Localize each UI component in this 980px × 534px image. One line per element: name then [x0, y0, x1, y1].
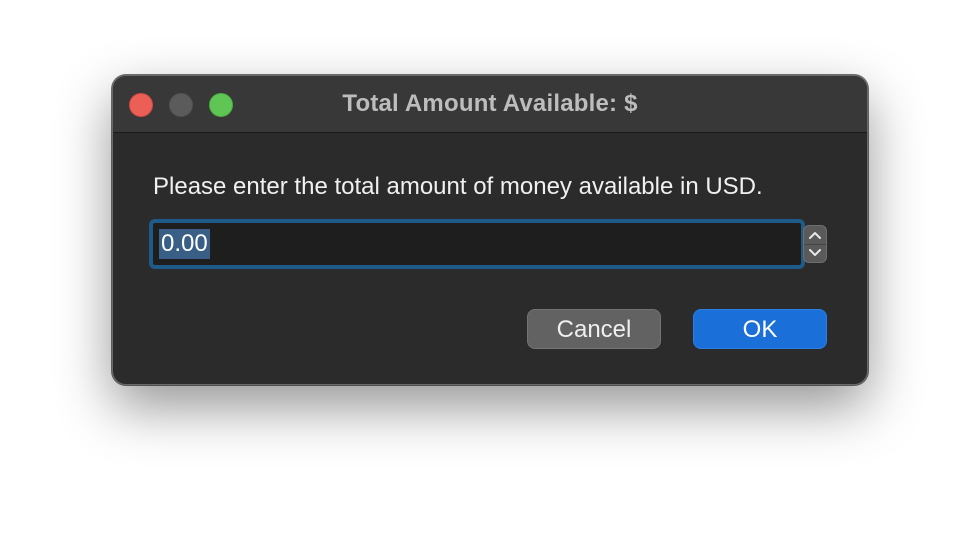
amount-input-value[interactable]: 0.00	[159, 229, 210, 259]
dialog-window: Total Amount Available: $ Please enter t…	[112, 75, 868, 385]
stepper-decrement-button[interactable]	[804, 244, 826, 262]
dialog-body: Please enter the total amount of money a…	[113, 133, 867, 384]
prompt-message: Please enter the total amount of money a…	[153, 173, 763, 200]
title-bar[interactable]: Total Amount Available: $	[113, 76, 867, 133]
cancel-button[interactable]: Cancel	[527, 309, 661, 349]
desktop-background: Total Amount Available: $ Please enter t…	[0, 0, 980, 534]
stepper-increment-button[interactable]	[804, 226, 826, 245]
ok-button[interactable]: OK	[693, 309, 827, 349]
chevron-up-icon	[809, 232, 821, 239]
amount-stepper[interactable]	[803, 225, 827, 263]
amount-input-field[interactable]: 0.00	[149, 219, 805, 269]
dialog-title: Total Amount Available: $	[342, 90, 638, 117]
chevron-down-icon	[809, 249, 821, 256]
